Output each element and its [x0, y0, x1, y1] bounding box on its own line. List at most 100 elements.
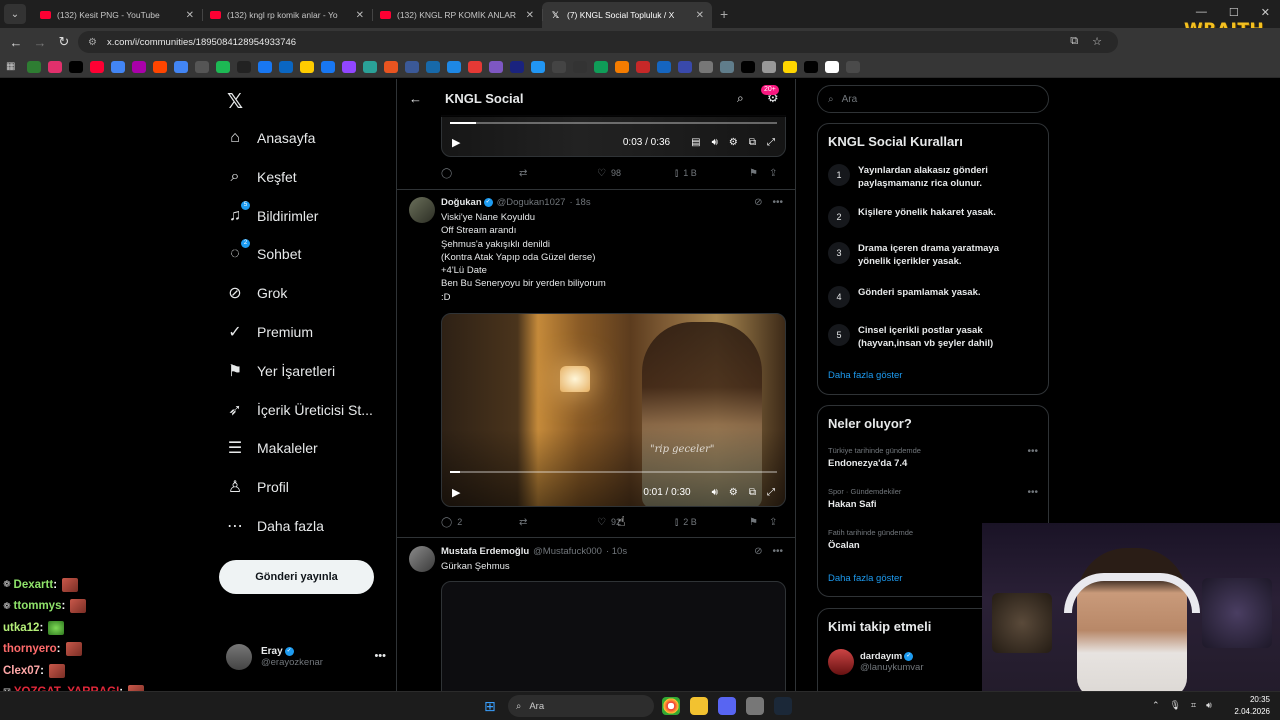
like-button[interactable]: ♡ 92	[597, 517, 675, 528]
bookmark-favicon-icon[interactable]	[300, 60, 314, 73]
video-player[interactable]: "rip geceler" ▶ 0:01 / 0:30 🔊︎ ⚙ ⧉ ⤢	[441, 313, 786, 507]
reply-button[interactable]: ◯	[441, 168, 519, 179]
bookmark-favicon-icon[interactable]	[489, 60, 503, 73]
tweet-author-handle[interactable]: @Dogukan1027	[497, 197, 566, 208]
bookmark-favicon-icon[interactable]	[90, 60, 104, 73]
video-progress-bar[interactable]	[450, 122, 777, 124]
bookmark-favicon-icon[interactable]	[825, 60, 839, 73]
reload-button[interactable]: ↻	[52, 34, 76, 50]
forward-button[interactable]: →	[28, 35, 52, 50]
bookmark-star-icon[interactable]: ☆	[1092, 35, 1102, 48]
bookmark-favicon-icon[interactable]	[468, 60, 482, 73]
bookmark-favicon-icon[interactable]	[741, 60, 755, 73]
bookmark-favicon-icon[interactable]	[510, 60, 524, 73]
more-dots-icon[interactable]: •••	[374, 650, 386, 662]
tweet-author-name[interactable]: Mustafa Erdemoğlu	[441, 546, 529, 557]
bookmark-favicon-icon[interactable]	[48, 60, 62, 73]
bookmark-favicon-icon[interactable]	[27, 60, 41, 73]
url-bar[interactable]: ⚙ x.com/i/communities/189508412895493374…	[78, 31, 1118, 53]
tweet-author-handle[interactable]: @Mustafuck000	[533, 546, 602, 557]
bookmark-button[interactable]: ⚑	[749, 168, 769, 179]
bookmark-favicon-icon[interactable]	[846, 60, 860, 73]
back-button[interactable]: ←	[4, 35, 28, 50]
bookmark-button[interactable]: ⚑	[749, 517, 769, 528]
bookmark-favicon-icon[interactable]	[447, 60, 461, 73]
bookmark-favicon-icon[interactable]	[804, 60, 818, 73]
settings-icon[interactable]: ⚙	[729, 487, 738, 498]
taskbar-search[interactable]: ⌕ Ara	[508, 695, 654, 717]
microphone-icon[interactable]: 🎙︎	[1170, 700, 1181, 711]
tab-search-button[interactable]: ⌄	[4, 4, 26, 24]
site-info-icon[interactable]: ⚙	[88, 37, 97, 48]
close-window-button[interactable]: ✕	[1261, 6, 1270, 19]
bookmark-favicon-icon[interactable]	[573, 60, 587, 73]
bookmark-favicon-icon[interactable]	[762, 60, 776, 73]
play-icon[interactable]: ▶	[452, 486, 460, 499]
reply-button[interactable]: ◯ 2	[441, 517, 519, 528]
bookmark-favicon-icon[interactable]	[153, 60, 167, 73]
video-player[interactable]	[441, 581, 786, 691]
bookmark-favicon-icon[interactable]	[342, 60, 356, 73]
play-icon[interactable]: ▶	[452, 136, 460, 149]
nav-item-rocket[interactable]: ➶ İçerik Üreticisi St...	[224, 392, 373, 428]
nav-item-profile[interactable]: ♙ Profil	[224, 469, 289, 505]
nav-item-bookmark[interactable]: ⚑ Yer İşaretleri	[224, 353, 335, 389]
bookmark-favicon-icon[interactable]	[237, 60, 251, 73]
trend-item[interactable]: Spor · Gündemdekiler Hakan Safi •••	[828, 487, 1038, 510]
bookmark-favicon-icon[interactable]	[384, 60, 398, 73]
bookmark-favicon-icon[interactable]	[699, 60, 713, 73]
windows-start-icon[interactable]: ⊞	[484, 698, 496, 715]
new-tab-button[interactable]: +	[720, 6, 728, 22]
repost-button[interactable]: ⇄	[519, 168, 597, 179]
minimize-button[interactable]: —	[1196, 6, 1207, 19]
views-button[interactable]: ⫾ 1 B	[675, 168, 749, 179]
app-icon[interactable]	[746, 697, 764, 715]
tweet-age[interactable]: · 10s	[606, 546, 627, 557]
fullscreen-icon[interactable]: ⤢	[767, 137, 775, 148]
browser-tab[interactable]: (132) KNGL RP KOMİK ANLAR ✕	[372, 2, 542, 28]
account-switcher[interactable]: Eray ✓ @erayozkenar •••	[226, 644, 386, 670]
fullscreen-icon[interactable]: ⤢	[767, 487, 775, 498]
views-button[interactable]: ⫾ 2 B	[675, 517, 749, 528]
trends-show-more-link[interactable]: Daha fazla göster	[828, 573, 902, 584]
bookmark-favicon-icon[interactable]	[531, 60, 545, 73]
bookmark-favicon-icon[interactable]	[426, 60, 440, 73]
bookmark-favicon-icon[interactable]	[594, 60, 608, 73]
bookmark-favicon-icon[interactable]	[657, 60, 671, 73]
install-app-icon[interactable]: ⧉	[1070, 35, 1078, 48]
nav-item-premium[interactable]: ✓ Premium	[224, 314, 313, 350]
network-icon[interactable]: ⌗	[1191, 700, 1196, 711]
grok-analyze-icon[interactable]: ⊘	[754, 546, 762, 557]
share-button[interactable]: ⇪	[769, 168, 782, 179]
tweet-author-name[interactable]: Doğukan	[441, 197, 482, 208]
nav-item-search[interactable]: ⌕ Keşfet	[224, 159, 297, 195]
close-tab-icon[interactable]: ✕	[526, 10, 534, 21]
volume-icon[interactable]: 🔊︎	[1206, 700, 1212, 711]
more-dots-icon[interactable]: •••	[1027, 487, 1038, 498]
nav-item-articles[interactable]: ☰ Makaleler	[224, 430, 318, 466]
bookmark-favicon-icon[interactable]	[720, 60, 734, 73]
more-dots-icon[interactable]: •••	[772, 197, 783, 208]
volume-icon[interactable]: 🔊︎	[712, 137, 718, 148]
trend-item[interactable]: Türkiye tarihinde gündemde Endonezya'da 7…	[828, 446, 1038, 469]
bookmark-favicon-icon[interactable]	[195, 60, 209, 73]
file-explorer-icon[interactable]	[690, 697, 708, 715]
tray-expand-icon[interactable]: ⌃	[1152, 700, 1160, 711]
bookmark-favicon-icon[interactable]	[405, 60, 419, 73]
pop-out-icon[interactable]: ⧉	[749, 137, 756, 148]
video-progress-bar[interactable]	[450, 471, 777, 473]
bookmark-favicon-icon[interactable]	[174, 60, 188, 73]
bookmark-favicon-icon[interactable]	[363, 60, 377, 73]
bookmark-favicon-icon[interactable]	[615, 60, 629, 73]
bookmark-favicon-icon[interactable]	[132, 60, 146, 73]
volume-icon[interactable]: 🔊︎	[712, 487, 718, 498]
video-player[interactable]: ▶ 0:03 / 0:36 ▤ 🔊︎ ⚙ ⧉ ⤢	[441, 115, 786, 157]
bookmark-favicon-icon[interactable]	[258, 60, 272, 73]
follow-suggestion[interactable]: dardayım ✓ @lanuykumvar	[828, 649, 924, 675]
like-button[interactable]: ♡ 98	[597, 168, 675, 179]
nav-item-chat[interactable]: ◌ 2 Sohbet	[224, 236, 301, 272]
browser-tab[interactable]: 𝕏 (7) KNGL Social Topluluk / X ✕	[542, 2, 712, 28]
more-dots-icon[interactable]: •••	[1027, 446, 1038, 457]
bookmark-favicon-icon[interactable]	[552, 60, 566, 73]
share-button[interactable]: ⇪	[769, 517, 782, 528]
